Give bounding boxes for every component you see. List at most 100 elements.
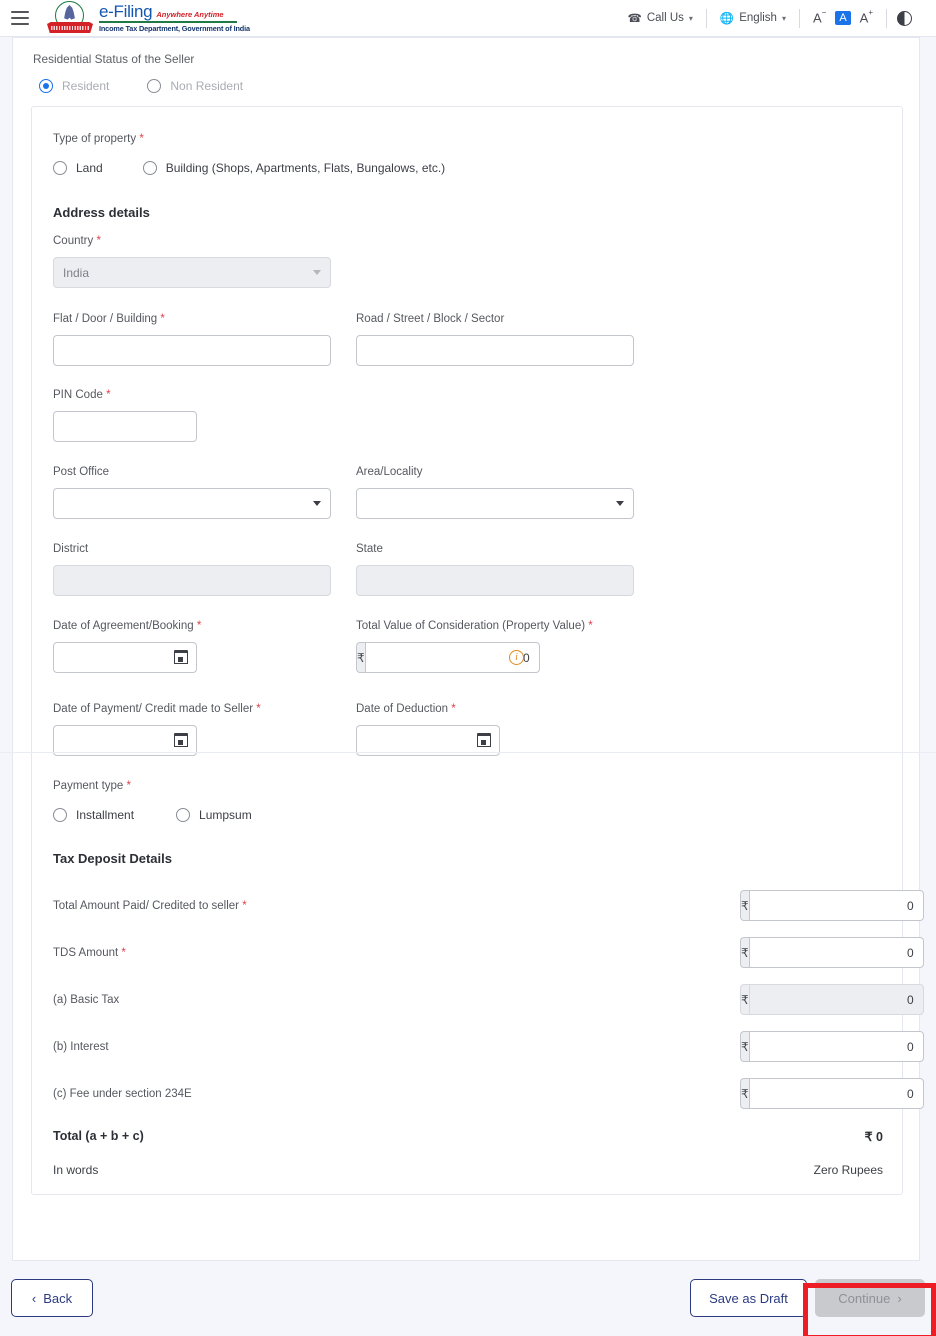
flat-label: Flat / Door / Building * [53, 313, 165, 325]
rupee-symbol: ₹ [740, 1078, 749, 1109]
chevron-down-icon [313, 501, 321, 506]
tds-amount-input[interactable] [749, 937, 924, 968]
call-us-menu[interactable]: ☎ Call Us ▾ [615, 11, 706, 25]
residential-status-radiogroup: Resident Non Resident [13, 66, 919, 93]
brand-divider [99, 21, 237, 23]
post-office-select[interactable] [53, 488, 331, 519]
address-details-title: Address details [53, 205, 150, 220]
radio-non-resident[interactable]: Non Resident [147, 79, 243, 93]
total-label: Total (a + b + c) [53, 1129, 144, 1143]
rupee-symbol: ₹ [740, 984, 749, 1015]
country-label: Country * [53, 235, 101, 247]
font-size-controls: A− A A+ [800, 10, 886, 25]
total-value-label: Total Value of Consideration (Property V… [356, 620, 593, 632]
district-label: District [53, 543, 88, 555]
area-locality-select-wrap [356, 488, 634, 519]
calendar-icon[interactable] [174, 733, 188, 747]
tax-deposit-rows: Total Amount Paid/ Credited to seller * … [53, 882, 883, 1185]
continue-button-highlight-annotation [803, 1283, 936, 1336]
back-button[interactable]: ‹ Back [11, 1279, 93, 1317]
page-body: Residential Status of the Seller Residen… [0, 37, 936, 1336]
calendar-icon[interactable] [174, 650, 188, 664]
radio-installment-label: Installment [76, 808, 134, 822]
residential-status-label: Residential Status of the Seller [13, 38, 919, 66]
radio-land[interactable]: Land [53, 161, 103, 175]
flat-input[interactable] [53, 335, 331, 366]
chevron-left-icon: ‹ [32, 1291, 36, 1306]
tax-row-interest: (b) Interest ₹ [53, 1023, 883, 1070]
state-label: State [356, 543, 383, 555]
country-select-wrap [53, 257, 331, 288]
tax-row-label: (a) Basic Tax [53, 994, 119, 1006]
radio-lumpsum-label: Lumpsum [199, 808, 252, 822]
property-details-card: Type of property * Land Building (Shops,… [31, 106, 903, 1195]
radio-resident-label: Resident [62, 79, 109, 93]
hamburger-menu-icon[interactable] [11, 11, 29, 25]
radio-resident-icon [39, 79, 53, 93]
font-decrease-button[interactable]: A− [813, 10, 826, 25]
save-as-draft-label: Save as Draft [709, 1291, 788, 1306]
info-icon[interactable]: i [509, 650, 524, 665]
interest-currency-input: ₹ [740, 1031, 883, 1062]
radio-resident[interactable]: Resident [39, 79, 109, 93]
date-agreement-label: Date of Agreement/Booking * [53, 620, 201, 632]
country-select[interactable] [53, 257, 331, 288]
radio-building[interactable]: Building (Shops, Apartments, Flats, Bung… [143, 161, 445, 175]
globe-icon: 🌐 [720, 11, 734, 25]
interest-input[interactable] [749, 1031, 924, 1062]
rupee-symbol: ₹ [740, 1031, 749, 1062]
area-locality-select[interactable] [356, 488, 634, 519]
fee-234e-currency-input: ₹ [740, 1078, 883, 1109]
total-amount: ₹ 0 [865, 1129, 883, 1144]
app-header: e-Filing Anywhere Anytime Income Tax Dep… [0, 0, 936, 37]
radio-land-icon [53, 161, 67, 175]
tax-row-label: Total Amount Paid/ Credited to seller * [53, 900, 247, 912]
tax-row-basic-tax: (a) Basic Tax ₹ [53, 976, 883, 1023]
language-menu[interactable]: 🌐 English ▾ [707, 11, 799, 25]
contrast-toggle-icon[interactable] [897, 11, 912, 26]
font-increase-button[interactable]: A+ [860, 10, 873, 25]
national-emblem-icon [47, 1, 93, 35]
in-words-value: Zero Rupees [814, 1163, 883, 1177]
date-payment-label: Date of Payment/ Credit made to Seller * [53, 703, 261, 715]
phone-icon: ☎ [628, 11, 642, 25]
tax-row-label: (b) Interest [53, 1041, 109, 1053]
radio-installment[interactable]: Installment [53, 808, 134, 822]
radio-land-label: Land [76, 161, 103, 175]
tax-row-tds-amount: TDS Amount * ₹ [53, 929, 883, 976]
tax-row-total-paid: Total Amount Paid/ Credited to seller * … [53, 882, 883, 929]
type-of-property-radiogroup: Land Building (Shops, Apartments, Flats,… [53, 161, 445, 175]
chevron-down-icon [313, 270, 321, 275]
tds-amount-currency-input: ₹ [740, 937, 883, 968]
post-office-label: Post Office [53, 466, 109, 478]
road-input[interactable] [356, 335, 634, 366]
save-as-draft-button[interactable]: Save as Draft [690, 1279, 807, 1317]
pin-code-input[interactable] [53, 411, 197, 442]
district-input [53, 565, 331, 596]
scroll-seam-divider [0, 752, 936, 753]
form-shell: Residential Status of the Seller Residen… [12, 37, 920, 1261]
total-paid-input[interactable] [749, 890, 924, 921]
date-deduction-label: Date of Deduction * [356, 703, 456, 715]
basic-tax-currency-input: ₹ [740, 984, 883, 1015]
type-of-property-label: Type of property * [53, 133, 144, 145]
radio-non-resident-icon [147, 79, 161, 93]
radio-lumpsum[interactable]: Lumpsum [176, 808, 252, 822]
radio-lumpsum-icon [176, 808, 190, 822]
payment-type-radiogroup: Installment Lumpsum [53, 808, 252, 822]
brand-title: e-Filing [99, 3, 152, 20]
call-us-label: Call Us [647, 12, 684, 24]
header-divider [886, 9, 887, 28]
font-normal-button[interactable]: A [835, 11, 850, 25]
calendar-icon[interactable] [477, 733, 491, 747]
tax-row-label: TDS Amount * [53, 947, 126, 959]
fee-234e-input[interactable] [749, 1078, 924, 1109]
brand-subtitle: Income Tax Department, Government of Ind… [99, 24, 250, 33]
radio-installment-icon [53, 808, 67, 822]
total-paid-currency-input: ₹ [740, 890, 883, 921]
pin-code-label: PIN Code * [53, 389, 111, 401]
state-input [356, 565, 634, 596]
rupee-symbol: ₹ [356, 642, 365, 673]
radio-building-label: Building (Shops, Apartments, Flats, Bung… [166, 161, 445, 175]
tax-row-in-words: In words Zero Rupees [53, 1155, 883, 1185]
